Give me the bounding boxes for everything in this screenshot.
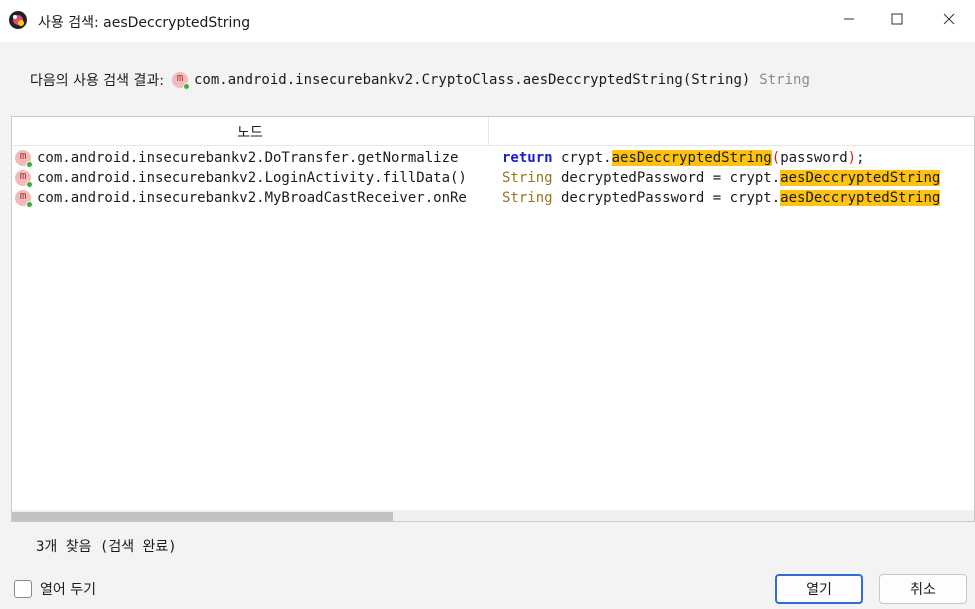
column-header-code[interactable] <box>490 117 974 146</box>
results-table[interactable]: 노드 m com.android.insecurebankv2.DoTransf… <box>11 116 975 522</box>
minimize-button[interactable] <box>826 0 872 38</box>
method-icon: m <box>15 189 33 208</box>
result-label: 다음의 사용 검색 결과: <box>30 73 164 89</box>
minimize-icon <box>844 18 854 20</box>
close-button[interactable] <box>926 0 972 38</box>
keep-open-label: 열어 두기 <box>40 582 96 598</box>
maximize-button[interactable] <box>874 0 920 38</box>
column-header-node[interactable]: 노드 <box>12 117 489 146</box>
open-button[interactable]: 열기 <box>775 574 863 604</box>
scrollbar-thumb[interactable] <box>12 512 393 521</box>
cancel-button[interactable]: 취소 <box>879 574 967 604</box>
node-cell: com.android.insecurebankv2.MyBroadCastRe… <box>37 190 467 206</box>
table-row[interactable]: m com.android.insecurebankv2.DoTransfer.… <box>12 148 974 168</box>
title-bar: 사용 검색: aesDeccryptedString <box>0 0 975 42</box>
table-row[interactable]: m com.android.insecurebankv2.LoginActivi… <box>12 168 974 188</box>
method-icon: m <box>15 149 33 168</box>
keep-open-option[interactable]: 열어 두기 <box>14 579 96 599</box>
method-signature: com.android.insecurebankv2.CryptoClass.a… <box>194 72 751 88</box>
method-icon: m <box>172 71 190 90</box>
maximize-icon <box>891 13 903 25</box>
table-row[interactable]: m com.android.insecurebankv2.MyBroadCast… <box>12 188 974 208</box>
code-cell: String decryptedPassword = crypt.aesDecc… <box>502 170 941 186</box>
method-icon: m <box>15 169 33 188</box>
search-status: 3개 찾음 (검색 완료) <box>36 539 177 555</box>
table-header: 노드 <box>12 117 974 146</box>
search-target-line: 다음의 사용 검색 결과: m com.android.insecurebank… <box>30 69 810 91</box>
keep-open-checkbox[interactable] <box>14 580 32 598</box>
jadx-app-icon <box>9 11 27 29</box>
horizontal-scrollbar[interactable] <box>12 510 974 521</box>
node-cell: com.android.insecurebankv2.DoTransfer.ge… <box>37 150 459 166</box>
method-return-type: String <box>759 72 810 88</box>
code-cell: String decryptedPassword = crypt.aesDecc… <box>502 190 941 206</box>
code-cell: return crypt.aesDeccryptedString(passwor… <box>502 150 865 166</box>
window-title: 사용 검색: aesDeccryptedString <box>38 15 251 31</box>
close-icon <box>943 13 955 25</box>
node-cell: com.android.insecurebankv2.LoginActivity… <box>37 170 467 186</box>
